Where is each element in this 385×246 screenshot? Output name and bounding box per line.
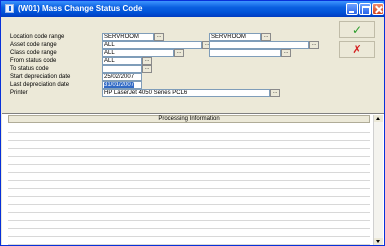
scroll-up-arrow-icon[interactable]	[374, 115, 383, 122]
class-code-from-field[interactable]: ALL	[102, 49, 174, 57]
grid-row-line	[8, 148, 370, 149]
start-depreciation-date-field[interactable]: 25/02/2007	[102, 73, 142, 81]
close-button[interactable]	[372, 3, 384, 15]
maximize-button[interactable]	[359, 3, 371, 15]
last-depreciation-date-label: Last depreciation date	[10, 82, 70, 88]
printer-lookup-button[interactable]: ...	[270, 89, 280, 97]
grid-row-line	[8, 140, 370, 141]
vertical-scrollbar[interactable]	[373, 115, 383, 245]
grid-row-line	[8, 236, 370, 237]
from-status-code-field[interactable]: ALL	[102, 57, 142, 65]
asset-code-from-field[interactable]: ALL	[102, 41, 202, 49]
location-code-to-field[interactable]: SERVROOM	[209, 33, 261, 41]
printer-label: Printer	[10, 90, 28, 96]
processing-information-header: Processing Information	[8, 115, 370, 123]
grid-rows	[8, 124, 370, 245]
grid-row-line	[8, 228, 370, 229]
class-code-range-label: Class code range	[10, 50, 57, 56]
last-depreciation-date-value: 31/01/2007	[104, 82, 135, 88]
grid-row-line	[8, 188, 370, 189]
location-code-range-label: Location code range	[10, 34, 65, 40]
grid-row-line	[8, 172, 370, 173]
grid-row-line	[8, 132, 370, 133]
app-icon	[5, 4, 14, 13]
from-status-lookup-button[interactable]: ...	[142, 57, 152, 65]
ok-button[interactable]: ✓	[339, 21, 375, 38]
location-code-from-field[interactable]: SERVROOM	[102, 33, 154, 41]
mass-change-status-window: (W01) Mass Change Status Code Location c…	[0, 0, 385, 246]
asset-to-lookup-button[interactable]: ...	[309, 41, 319, 49]
minimize-button[interactable]	[346, 3, 358, 15]
class-code-to-field[interactable]	[209, 49, 281, 57]
grid-row-line	[8, 244, 370, 245]
to-status-code-field[interactable]	[102, 65, 142, 73]
asset-code-range-label: Asset code range	[10, 42, 57, 48]
class-from-lookup-button[interactable]: ...	[174, 49, 184, 57]
grid-row-line	[8, 220, 370, 221]
title-bar[interactable]: (W01) Mass Change Status Code	[1, 1, 384, 17]
window-title: (W01) Mass Change Status Code	[18, 4, 143, 13]
class-to-lookup-button[interactable]: ...	[281, 49, 291, 57]
grid-row-line	[8, 164, 370, 165]
printer-field[interactable]: HP LaserJet 4050 Series PCL6	[102, 89, 270, 97]
processing-information-grid: Processing Information	[2, 113, 384, 245]
parameters-form: Location code range SERVROOM ... SERVROO…	[2, 17, 384, 113]
grid-row-line	[8, 196, 370, 197]
asset-code-to-field[interactable]	[209, 41, 309, 49]
to-status-code-label: To status code	[10, 66, 49, 72]
grid-row-line	[8, 180, 370, 181]
location-from-lookup-button[interactable]: ...	[154, 33, 164, 41]
cross-icon: ✗	[352, 43, 362, 56]
cancel-button[interactable]: ✗	[339, 41, 375, 58]
location-to-lookup-button[interactable]: ...	[261, 33, 271, 41]
to-status-lookup-button[interactable]: ...	[142, 65, 152, 73]
from-status-code-label: From status code	[10, 58, 57, 64]
grid-row-line	[8, 204, 370, 205]
last-depreciation-date-field[interactable]: 31/01/2007	[102, 81, 142, 89]
grid-row-line	[8, 212, 370, 213]
checkmark-icon: ✓	[351, 22, 363, 37]
scroll-down-arrow-icon[interactable]	[374, 238, 383, 245]
grid-row-line	[8, 156, 370, 157]
start-depreciation-date-label: Start depreciation date	[10, 74, 71, 80]
